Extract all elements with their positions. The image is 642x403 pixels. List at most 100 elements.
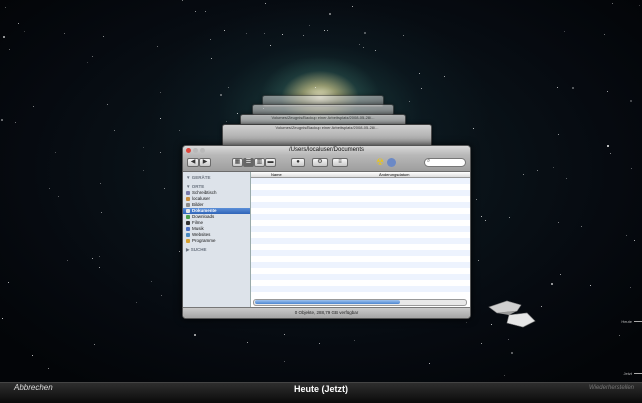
column-name[interactable]: Name — [271, 172, 282, 177]
burn-icon[interactable]: ☢ — [376, 157, 384, 167]
view-icons-button[interactable]: ▦ — [232, 158, 243, 167]
star — [571, 86, 574, 89]
star — [550, 282, 553, 285]
star — [23, 30, 25, 32]
folder-icon — [186, 215, 190, 219]
scrollbar-thumb[interactable] — [255, 300, 400, 304]
star — [17, 22, 19, 24]
folder-icon — [186, 203, 190, 207]
star — [618, 334, 620, 336]
sidebar: ▼ GERÄTE ▼ ORTE Schreibtisch localuser Bil… — [183, 172, 251, 308]
folder-icon — [186, 227, 190, 231]
star — [284, 333, 286, 335]
timeline-today[interactable]: Heute — [621, 319, 632, 324]
timemachine-icon[interactable] — [387, 158, 396, 167]
star — [507, 338, 509, 340]
title-bar[interactable]: /Users/localuser/Documents — [183, 146, 470, 155]
star — [556, 86, 558, 88]
star — [503, 374, 505, 376]
star — [443, 76, 445, 78]
star — [629, 100, 632, 103]
status-bar: 0 Objekte, 288,79 GB verfügbar — [183, 307, 470, 318]
sidebar-item-label: Dokumente — [192, 208, 217, 213]
star — [362, 46, 364, 48]
star — [540, 305, 542, 307]
star — [606, 144, 609, 147]
star — [245, 32, 247, 34]
star — [552, 166, 554, 168]
restore-button[interactable]: Wiederherstellen — [589, 385, 634, 391]
star — [210, 38, 211, 40]
star — [4, 6, 6, 8]
sidebar-item-programme[interactable]: Programme — [183, 238, 250, 244]
list-header: Name Änderungsdatum — [251, 172, 470, 178]
star — [178, 250, 180, 252]
star — [472, 127, 474, 129]
timeline-now[interactable]: Jetzt — [624, 371, 632, 376]
column-date[interactable]: Änderungsdatum — [379, 172, 409, 177]
star — [612, 2, 614, 4]
star — [633, 240, 635, 242]
window-title: /Users/localuser/Documents — [288, 147, 365, 153]
star — [420, 88, 422, 89]
sidebar-item-label: Filme — [192, 220, 203, 225]
star — [194, 11, 196, 13]
star — [93, 343, 95, 345]
folder-icon — [186, 233, 190, 237]
star — [181, 0, 183, 1]
backup-window-title: Volumes/Zeugnis/Backup einer Arbeitsplat… — [275, 125, 379, 130]
quicklook-button[interactable]: ● — [291, 158, 305, 167]
star — [67, 259, 69, 261]
back-button[interactable]: ◀ — [187, 158, 199, 167]
sidebar-header-devices[interactable]: ▼ GERÄTE — [183, 175, 250, 181]
star — [603, 33, 605, 35]
sidebar-item-label: Downloads — [192, 214, 215, 219]
star — [263, 32, 265, 34]
table-row[interactable] — [251, 292, 470, 298]
star — [101, 211, 103, 213]
sidebar-item-label: Programme — [192, 238, 216, 243]
folder-icon — [186, 221, 190, 225]
sidebar-item-label: Schreibtisch — [192, 190, 217, 195]
search-input[interactable]: ⌕ — [424, 158, 466, 167]
current-date-label: Heute (Jetzt) — [293, 384, 348, 394]
sidebar-item-label: Websites — [192, 232, 211, 237]
star — [204, 10, 206, 12]
toolbar: ◀ ▶ ▦ ☰ ▥ ▬ ● ⚙ ≡ ☢ ⌕ — [183, 155, 470, 172]
action-gear-button[interactable]: ⚙ — [312, 158, 328, 167]
star — [92, 55, 94, 57]
horizontal-scrollbar[interactable] — [253, 299, 467, 306]
search-icon: ⌕ — [427, 158, 431, 164]
star — [159, 117, 161, 119]
star — [358, 43, 360, 45]
star — [314, 86, 316, 88]
star — [98, 255, 100, 257]
sidebar-item-label: localuser — [192, 196, 211, 201]
star — [324, 29, 326, 31]
star — [326, 29, 328, 31]
view-columns-button[interactable]: ▥ — [254, 158, 265, 167]
rocket-icon — [488, 300, 536, 328]
finder-window[interactable]: /Users/localuser/Documents ◀ ▶ ▦ ☰ ▥ ▬ ●… — [182, 145, 471, 319]
star — [511, 351, 514, 354]
file-list[interactable]: Name Änderungsdatum — [251, 172, 470, 308]
forward-button[interactable]: ▶ — [199, 158, 211, 167]
view-list-button[interactable]: ☰ — [243, 158, 254, 167]
star — [480, 215, 482, 217]
star — [363, 32, 366, 35]
star — [481, 342, 483, 344]
star — [32, 354, 34, 356]
backup-window-title: Volumes/Zeugnis/Backup einer Arbeitsplat… — [271, 115, 375, 120]
star — [565, 177, 567, 179]
view-coverflow-button[interactable]: ▬ — [265, 158, 276, 167]
star — [374, 49, 376, 51]
sidebar-item-label: Bilder — [192, 202, 204, 207]
star — [227, 87, 229, 89]
arrange-button[interactable]: ≡ — [332, 158, 348, 167]
folder-icon — [186, 191, 190, 195]
folder-icon — [186, 197, 190, 201]
folder-icon — [186, 209, 190, 213]
timeline-tick[interactable] — [634, 373, 642, 374]
timeline-tick[interactable] — [634, 321, 642, 322]
sidebar-header-search[interactable]: ▶ SUCHE — [183, 247, 250, 253]
